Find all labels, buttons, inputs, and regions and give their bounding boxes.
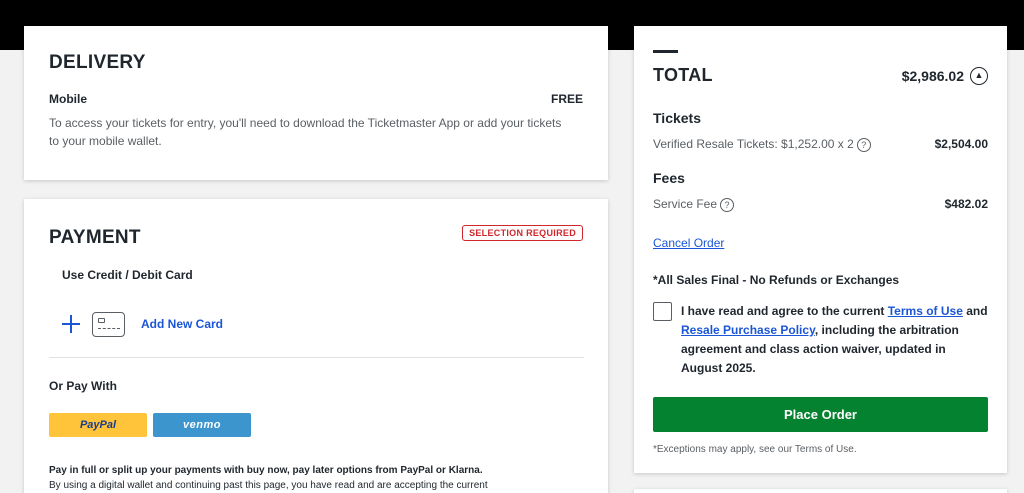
exceptions-note: *Exceptions may apply, see our Terms of …: [653, 443, 857, 455]
payment-title-row: PAYMENT SELECTION REQUIRED: [49, 225, 583, 249]
venmo-button[interactable]: venmo: [153, 413, 251, 437]
help-icon[interactable]: ?: [720, 197, 735, 212]
delivery-price: FREE: [550, 92, 583, 106]
tickets-amount: $2,504.00: [934, 137, 988, 152]
terms-of-use-link[interactable]: Terms of Use: [888, 304, 963, 318]
add-new-card-label: Add New Card: [141, 317, 224, 331]
plus-icon: [62, 315, 80, 333]
credit-card-icon: [92, 311, 125, 337]
use-card-label: Use Credit / Debit Card: [62, 268, 193, 282]
payment-card: PAYMENT SELECTION REQUIRED Use Credit / …: [24, 199, 608, 493]
cancel-order-link[interactable]: Cancel Order: [653, 236, 724, 250]
total-amount: $2,986.02: [901, 67, 964, 84]
place-order-button[interactable]: Place Order: [653, 396, 988, 432]
agree-and: and: [962, 303, 988, 318]
total-row: TOTAL $2,986.02 ▲: [653, 65, 988, 86]
or-pay-with-label: Or Pay With: [49, 379, 117, 393]
wallet-buttons: PayPal venmo: [49, 413, 583, 437]
agree-prefix: I have read and agree to the current: [681, 303, 888, 318]
payment-note-bold: Pay in full or split up your payments wi…: [49, 465, 483, 476]
add-new-card-button[interactable]: Add New Card: [49, 309, 583, 339]
paypal-button[interactable]: PayPal: [49, 413, 147, 437]
chevron-up-icon: ▲: [970, 66, 988, 85]
total-amount-toggle[interactable]: $2,986.02 ▲: [901, 66, 988, 85]
selection-required-badge: SELECTION REQUIRED: [462, 225, 583, 241]
all-sales-final-note: *All Sales Final - No Refunds or Exchang…: [653, 272, 900, 287]
delivery-method: Mobile: [49, 92, 87, 106]
tickets-line: Verified Resale Tickets: $1,252.00 x 2? …: [653, 137, 988, 152]
payment-title: PAYMENT: [49, 227, 141, 248]
terms-checkbox[interactable]: [653, 301, 672, 321]
order-total-card: TOTAL $2,986.02 ▲ Tickets Verified Resal…: [634, 26, 1007, 473]
terms-agreement-row: I have read and agree to the current Ter…: [653, 301, 988, 378]
delivery-title: DELIVERY: [49, 52, 146, 73]
service-fee-line: Service Fee? $482.02: [653, 197, 988, 212]
total-title: TOTAL: [653, 65, 713, 85]
paypal-label: PayPal: [79, 419, 117, 431]
divider: [49, 357, 584, 358]
service-fee-amount: $482.02: [944, 197, 988, 212]
resale-purchase-policy-link[interactable]: Resale Purchase Policy: [681, 323, 815, 337]
payment-note: Pay in full or split up your payments wi…: [49, 463, 583, 493]
tickets-title: Tickets: [653, 110, 701, 126]
venmo-label: venmo: [183, 419, 221, 431]
service-fee-label: Service Fee: [653, 196, 718, 211]
delivery-card: DELIVERY Mobile FREE To access your tick…: [24, 26, 608, 180]
payment-note-text: By using a digital wallet and continuing…: [49, 480, 488, 491]
total-accent-bar: [653, 50, 678, 53]
help-icon[interactable]: ?: [856, 137, 871, 152]
tickets-line-label: Verified Resale Tickets: $1,252.00 x 2: [653, 137, 854, 151]
delivery-method-row: Mobile FREE: [49, 92, 583, 106]
fees-title: Fees: [653, 169, 685, 186]
secondary-card: [634, 489, 1007, 493]
terms-agreement-text: I have read and agree to the current Ter…: [681, 302, 988, 378]
delivery-description: To access your tickets for entry, you'll…: [49, 116, 562, 148]
